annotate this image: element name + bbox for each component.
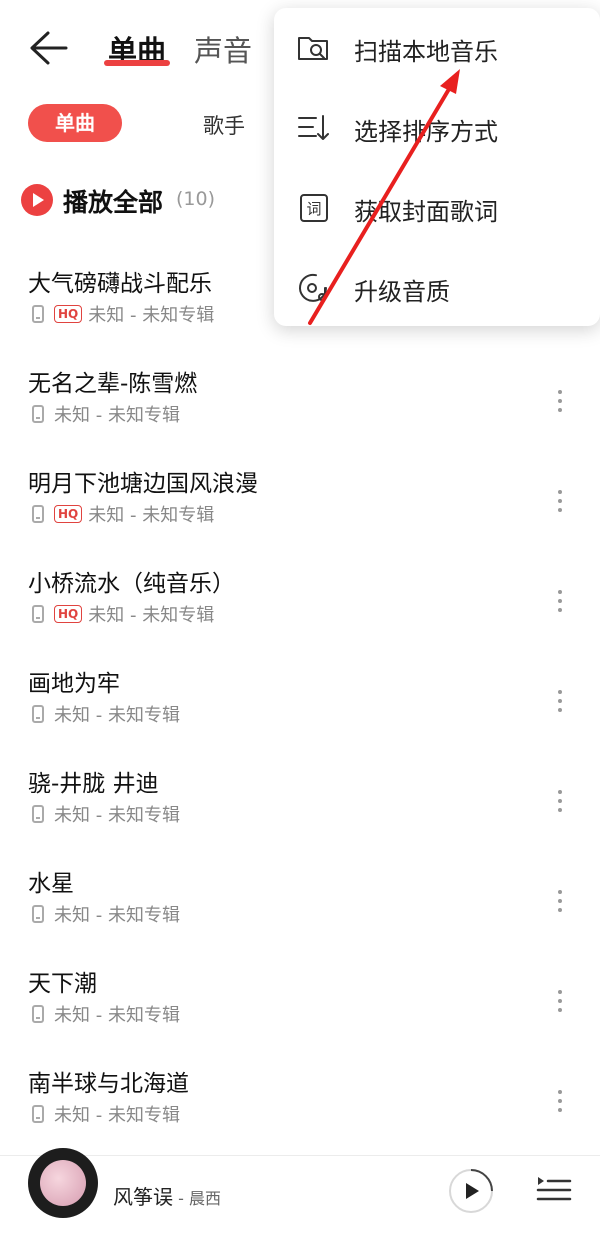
more-options-icon[interactable] bbox=[548, 587, 572, 617]
local-phone-icon bbox=[32, 805, 44, 823]
menu-label: 升级音质 bbox=[354, 278, 450, 306]
song-row[interactable]: 无名之辈-陈雪燃未知 - 未知专辑 bbox=[0, 364, 600, 464]
menu-label: 选择排序方式 bbox=[354, 118, 498, 146]
quality-disc-icon bbox=[299, 273, 327, 302]
more-options-icon[interactable] bbox=[548, 687, 572, 717]
hq-badge: HQ bbox=[54, 605, 83, 623]
song-title: 南半球与北海道 bbox=[28, 1071, 189, 1097]
svg-text:词: 词 bbox=[306, 200, 321, 218]
song-artist-album: 未知 - 未知专辑 bbox=[88, 505, 215, 526]
local-phone-icon bbox=[32, 305, 44, 323]
song-artist-album: 未知 - 未知专辑 bbox=[54, 805, 180, 826]
more-options-icon[interactable] bbox=[548, 787, 572, 817]
back-arrow-icon[interactable] bbox=[28, 30, 68, 66]
scan-folder-icon bbox=[298, 37, 328, 60]
local-phone-icon bbox=[32, 505, 44, 523]
menu-item-scan-local-music[interactable]: 扫描本地音乐 bbox=[274, 8, 600, 88]
song-artist-album: 未知 - 未知专辑 bbox=[54, 905, 180, 926]
song-title: 水星 bbox=[28, 871, 74, 897]
song-meta: HQ 未知 - 未知专辑 bbox=[32, 501, 214, 527]
local-phone-icon bbox=[32, 905, 44, 923]
song-row[interactable]: 水星未知 - 未知专辑 bbox=[0, 864, 600, 964]
song-title: 无名之辈-陈雪燃 bbox=[28, 371, 198, 397]
song-title: 明月下池塘边国风浪漫 bbox=[28, 471, 258, 497]
song-artist-album: 未知 - 未知专辑 bbox=[54, 1005, 180, 1026]
now-playing-info[interactable]: 风筝误 - 晨西 bbox=[113, 1181, 221, 1210]
song-artist-album: 未知 - 未知专辑 bbox=[54, 1105, 180, 1126]
tab-active-indicator bbox=[104, 60, 170, 66]
menu-item-upgrade-quality[interactable]: 升级音质 bbox=[274, 248, 600, 328]
song-meta: 未知 - 未知专辑 bbox=[32, 901, 180, 927]
song-row[interactable]: 明月下池塘边国风浪漫 HQ 未知 - 未知专辑 bbox=[0, 464, 600, 564]
song-row[interactable]: 南半球与北海道未知 - 未知专辑 bbox=[0, 1064, 600, 1164]
more-options-icon[interactable] bbox=[548, 987, 572, 1017]
song-row[interactable]: 骁-井胧 井迪未知 - 未知专辑 bbox=[0, 764, 600, 864]
song-row[interactable]: 天下潮未知 - 未知专辑 bbox=[0, 964, 600, 1064]
sort-icon bbox=[298, 115, 329, 140]
local-phone-icon bbox=[32, 1105, 44, 1123]
now-playing-title: 风筝误 bbox=[113, 1185, 173, 1209]
song-artist-album: 未知 - 未知专辑 bbox=[54, 705, 180, 726]
more-options-icon[interactable] bbox=[548, 887, 572, 917]
song-meta: 未知 - 未知专辑 bbox=[32, 701, 180, 727]
local-phone-icon bbox=[32, 405, 44, 423]
local-phone-icon bbox=[32, 1005, 44, 1023]
more-options-icon[interactable] bbox=[548, 487, 572, 517]
subtab-artists[interactable]: 歌手 bbox=[203, 110, 245, 140]
song-title: 大气磅礴战斗配乐 bbox=[28, 271, 212, 297]
now-playing-artist: 晨西 bbox=[188, 1189, 221, 1208]
song-meta: HQ 未知 - 未知专辑 bbox=[32, 301, 214, 327]
hq-badge: HQ bbox=[54, 505, 83, 523]
song-title: 骁-井胧 井迪 bbox=[28, 771, 159, 797]
tab-sound[interactable]: 声音 bbox=[194, 28, 252, 70]
song-artist-album: 未知 - 未知专辑 bbox=[88, 605, 215, 626]
song-meta: HQ 未知 - 未知专辑 bbox=[32, 601, 214, 627]
song-meta: 未知 - 未知专辑 bbox=[32, 1101, 180, 1127]
local-phone-icon bbox=[32, 705, 44, 723]
song-title: 小桥流水（纯音乐） bbox=[28, 571, 235, 597]
lyrics-icon: 词 bbox=[300, 194, 328, 222]
menu-item-get-cover-lyrics[interactable]: 词 获取封面歌词 bbox=[274, 168, 600, 248]
menu-label: 获取封面歌词 bbox=[354, 198, 498, 226]
now-playing-separator: - bbox=[173, 1189, 189, 1208]
song-count: (10) bbox=[176, 188, 216, 210]
play-all-button[interactable]: 播放全部 bbox=[63, 183, 163, 219]
song-title: 天下潮 bbox=[28, 971, 97, 997]
song-meta: 未知 - 未知专辑 bbox=[32, 401, 180, 427]
more-options-icon[interactable] bbox=[548, 387, 572, 417]
song-meta: 未知 - 未知专辑 bbox=[32, 1001, 180, 1027]
play-pause-button[interactable] bbox=[448, 1168, 494, 1214]
subtab-singles[interactable]: 单曲 bbox=[28, 104, 122, 142]
song-title: 画地为牢 bbox=[28, 671, 120, 697]
menu-item-sort-order[interactable]: 选择排序方式 bbox=[274, 88, 600, 168]
more-options-icon[interactable] bbox=[548, 1087, 572, 1117]
song-meta: 未知 - 未知专辑 bbox=[32, 801, 180, 827]
hq-badge: HQ bbox=[54, 305, 83, 323]
song-artist-album: 未知 - 未知专辑 bbox=[88, 305, 215, 326]
song-row[interactable]: 画地为牢未知 - 未知专辑 bbox=[0, 664, 600, 764]
options-menu: 扫描本地音乐 选择排序方式 词 获取封面歌词 升级音质 bbox=[274, 8, 600, 326]
song-artist-album: 未知 - 未知专辑 bbox=[54, 405, 180, 426]
play-all-icon[interactable] bbox=[20, 183, 54, 217]
playlist-icon[interactable] bbox=[534, 1174, 572, 1206]
menu-label: 扫描本地音乐 bbox=[354, 38, 498, 66]
album-cover[interactable] bbox=[28, 1148, 98, 1218]
song-row[interactable]: 小桥流水（纯音乐） HQ 未知 - 未知专辑 bbox=[0, 564, 600, 664]
local-phone-icon bbox=[32, 605, 44, 623]
